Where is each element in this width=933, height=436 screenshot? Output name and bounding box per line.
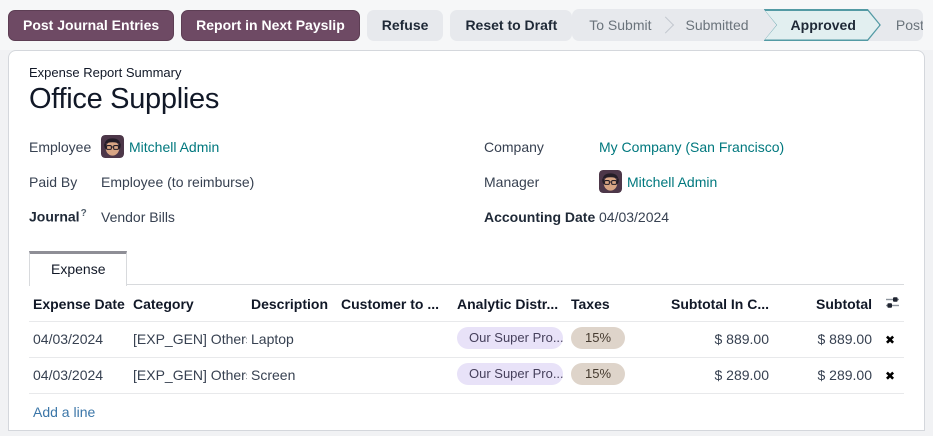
delete-row-icon[interactable]: ✖ [880,333,900,347]
field-manager: Manager Mitchell Admin [484,164,904,199]
cell-subtotal[interactable]: $ 889.00 [773,321,876,357]
field-journal: Journal? Vendor Bills [29,199,474,234]
expense-lines-table: Expense Date Category Description Custom… [29,285,904,393]
field-label-journal: Journal? [29,208,101,225]
header-description[interactable]: Description [247,285,337,321]
fields-right-column: Company My Company (San Francisco) Manag… [484,129,904,234]
status-step-posted[interactable]: Posted [879,9,923,41]
add-a-line-link[interactable]: Add a line [29,394,99,430]
field-label-employee: Employee [29,139,101,155]
table-header-row: Expense Date Category Description Custom… [29,285,904,321]
field-value-accounting-date[interactable]: 04/03/2024 [599,209,669,225]
field-label-paid-by: Paid By [29,174,101,190]
header-subtotal-in-currency[interactable]: Subtotal In C... [653,285,773,321]
cell-subtotal-in-currency[interactable]: $ 889.00 [653,321,773,357]
fields-left-column: Employee Mitchell Admin [29,129,474,234]
sheet-subtitle: Expense Report Summary [29,65,904,80]
tab-expense[interactable]: Expense [29,251,127,286]
cell-taxes: 15% [567,357,653,393]
status-step-submitted[interactable]: Submitted [668,9,765,41]
cell-category[interactable]: [EXP_GEN] Others [129,357,247,393]
header-category[interactable]: Category [129,285,247,321]
cell-expense-date[interactable]: 04/03/2024 [29,321,129,357]
table-row: 04/03/2024 [EXP_GEN] Others Laptop Our S… [29,321,904,357]
delete-row-icon[interactable]: ✖ [880,369,900,383]
cell-subtotal[interactable]: $ 289.00 [773,357,876,393]
field-grid: Employee Mitchell Admin [29,129,904,234]
field-value-company[interactable]: My Company (San Francisco) [599,139,784,155]
page-title[interactable]: Office Supplies [29,83,904,116]
post-journal-entries-button[interactable]: Post Journal Entries [8,10,174,41]
field-accounting-date: Accounting Date 04/03/2024 [484,199,904,234]
field-paid-by: Paid By Employee (to reimburse) [29,164,474,199]
field-value-employee[interactable]: Mitchell Admin [101,135,219,158]
cell-customer[interactable] [337,321,453,357]
field-label-company: Company [484,139,599,155]
header-analytic-distribution[interactable]: Analytic Distr... [453,285,567,321]
toolbar: Post Journal Entries Report in Next Pays… [0,0,933,50]
cell-taxes: 15% [567,321,653,357]
header-subtotal[interactable]: Subtotal [773,285,876,321]
header-expense-date[interactable]: Expense Date [29,285,129,321]
cell-analytic: Our Super Pro... [453,357,567,393]
cell-description[interactable]: Laptop [247,321,337,357]
cell-customer[interactable] [337,357,453,393]
status-active-label: Approved [764,17,881,33]
reset-to-draft-button[interactable]: Reset to Draft [450,10,572,41]
field-company: Company My Company (San Francisco) [484,129,904,164]
field-value-paid-by[interactable]: Employee (to reimburse) [101,174,254,190]
cell-analytic: Our Super Pro... [453,321,567,357]
help-icon[interactable]: ? [81,208,87,219]
analytic-tag[interactable]: Our Super Pro... [457,363,563,385]
employee-link[interactable]: Mitchell Admin [129,139,219,155]
status-step-to-submit[interactable]: To Submit [572,9,668,41]
analytic-tag[interactable]: Our Super Pro... [457,327,563,349]
field-label-manager: Manager [484,174,599,190]
manager-avatar [599,170,622,193]
statusbar: To Submit Submitted Approved Posted Done [572,9,923,41]
header-taxes[interactable]: Taxes [567,285,653,321]
header-customer[interactable]: Customer to ... [337,285,453,321]
cell-expense-date[interactable]: 04/03/2024 [29,357,129,393]
manager-link[interactable]: Mitchell Admin [627,174,717,190]
cell-description[interactable]: Screen [247,357,337,393]
tax-tag[interactable]: 15% [571,327,625,349]
status-step-approved-active[interactable]: Approved [764,9,881,41]
action-buttons: Post Journal Entries Report in Next Pays… [8,10,572,41]
cell-subtotal-in-currency[interactable]: $ 289.00 [653,357,773,393]
cell-category[interactable]: [EXP_GEN] Others [129,321,247,357]
add-line-row: Add a line [29,393,904,430]
optional-columns-icon[interactable] [885,295,900,313]
refuse-button[interactable]: Refuse [367,10,444,41]
employee-avatar [101,135,124,158]
field-value-manager[interactable]: Mitchell Admin [599,170,717,193]
tax-tag[interactable]: 15% [571,363,625,385]
table-row: 04/03/2024 [EXP_GEN] Others Screen Our S… [29,357,904,393]
field-value-journal[interactable]: Vendor Bills [101,209,175,225]
field-employee: Employee Mitchell Admin [29,129,474,164]
notebook-tabs: Expense [29,250,904,285]
report-in-next-payslip-button[interactable]: Report in Next Payslip [181,10,360,41]
expense-report-sheet: Expense Report Summary Office Supplies E… [8,50,925,431]
field-label-accounting-date: Accounting Date [484,209,599,225]
